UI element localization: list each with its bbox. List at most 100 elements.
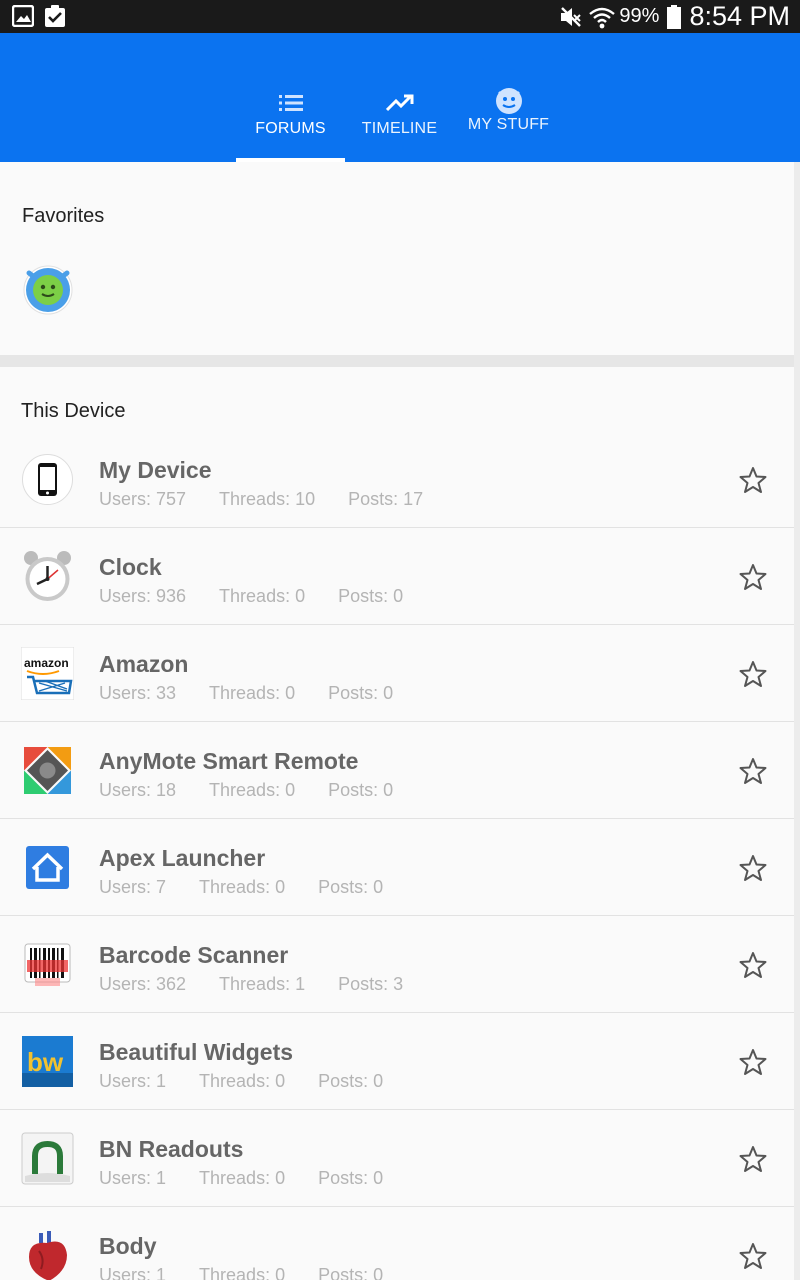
star-icon[interactable] [738,1241,768,1271]
users-count: Users: 1 [99,1265,167,1280]
posts-count: Posts: 0 [318,1071,384,1091]
barcode-icon [21,938,74,991]
list-item-bn-readouts[interactable]: BN Readouts Users: 1 Threads: 0 Posts: 0 [0,1110,800,1207]
threads-count: Threads: 0 [199,1265,286,1280]
forum-title: Clock [99,554,162,580]
users-count: Users: 362 [99,974,187,994]
status-bar: 99% 8:54 PM [0,0,800,33]
threads-count: Threads: 0 [209,683,296,703]
forum-stats: Users: 7 Threads: 0 Posts: 0 [99,877,416,898]
list-icon [278,88,303,118]
tab-my-stuff-label: MY STUFF [467,116,550,133]
forum-title: AnyMote Smart Remote [99,748,359,774]
android-app-icon [23,265,73,315]
forum-title: Amazon [99,651,189,677]
list-item-body[interactable]: Body Users: 1 Threads: 0 Posts: 0 [0,1207,800,1280]
list-item-amazon[interactable]: amazon Amazon Users: 33 Threads: 0 Posts… [0,625,800,722]
section-divider [0,355,800,367]
nook-book-icon [21,1132,74,1185]
list-item-barcode-scanner[interactable]: Barcode Scanner Users: 362 Threads: 1 Po… [0,916,800,1013]
tab-my-stuff[interactable]: MY STUFF [454,81,563,162]
battery-percent: 99% [619,5,660,27]
tab-forums-label: FORUMS [255,120,326,137]
forum-title: BN Readouts [99,1136,244,1162]
threads-count: Threads: 0 [199,877,286,897]
clock-time: 8:54 PM [689,1,790,31]
bw-logo-icon: bw [21,1035,74,1088]
alarm-clock-icon [21,550,74,603]
forum-stats: Users: 362 Threads: 1 Posts: 3 [99,974,436,995]
threads-count: Threads: 0 [219,586,306,606]
forum-stats: Users: 18 Threads: 0 Posts: 0 [99,780,426,801]
star-icon[interactable] [738,756,768,786]
forum-title: Apex Launcher [99,845,266,871]
posts-count: Posts: 0 [318,877,384,897]
users-count: Users: 1 [99,1071,167,1091]
posts-count: Posts: 3 [338,974,404,994]
tab-forums[interactable]: FORUMS [236,81,345,162]
clipboard-check-icon [44,5,66,27]
star-icon[interactable] [738,1144,768,1174]
gallery-icon [11,4,35,28]
tab-bar: FORUMS TIMELINE MY STUFF [236,81,563,162]
list-item-apex-launcher[interactable]: Apex Launcher Users: 7 Threads: 0 Posts:… [0,819,800,916]
list-item-clock[interactable]: Clock Users: 936 Threads: 0 Posts: 0 [0,528,800,625]
wifi-icon [589,6,616,28]
bw-logo-text: bw [27,1047,64,1077]
list-item-anymote[interactable]: AnyMote Smart Remote Users: 18 Threads: … [0,722,800,819]
users-count: Users: 1 [99,1168,167,1188]
list-item-my-device[interactable]: My Device Users: 757 Threads: 10 Posts: … [0,431,800,528]
battery-icon [667,4,682,29]
forum-title: My Device [99,457,212,483]
list-item-beautiful-widgets[interactable]: bw Beautiful Widgets Users: 1 Threads: 0… [0,1013,800,1110]
threads-count: Threads: 0 [209,780,296,800]
tab-timeline-label: TIMELINE [361,120,438,137]
star-icon[interactable] [738,950,768,980]
forum-title: Beautiful Widgets [99,1039,294,1065]
forum-stats: Users: 1 Threads: 0 Posts: 0 [99,1265,416,1280]
app-toolbar: FORUMS TIMELINE MY STUFF [0,33,800,162]
trending-up-icon [385,88,414,118]
star-icon[interactable] [738,1047,768,1077]
users-count: Users: 7 [99,877,167,897]
star-icon[interactable] [738,562,768,592]
users-count: Users: 33 [99,683,177,703]
threads-count: Threads: 10 [219,489,316,509]
home-icon [21,841,74,894]
forum-stats: Users: 1 Threads: 0 Posts: 0 [99,1168,416,1189]
amazon-cart-icon: amazon [20,646,75,701]
posts-count: Posts: 0 [318,1168,384,1188]
this-device-heading: This Device [21,400,126,422]
star-icon[interactable] [738,853,768,883]
posts-count: Posts: 17 [348,489,424,509]
amazon-logo-text: amazon [24,656,69,670]
posts-count: Posts: 0 [328,780,394,800]
posts-count: Posts: 0 [328,683,394,703]
users-count: Users: 18 [99,780,177,800]
forum-title: Barcode Scanner [99,942,289,968]
forum-stats: Users: 936 Threads: 0 Posts: 0 [99,586,436,607]
heart-anatomy-icon [21,1229,74,1280]
remote-dpad-icon [21,744,74,797]
scroll-edge [794,162,800,1280]
forum-title: Body [99,1233,157,1259]
posts-count: Posts: 0 [338,586,404,606]
tab-timeline[interactable]: TIMELINE [345,81,454,162]
forum-stats: Users: 757 Threads: 10 Posts: 17 [99,489,456,510]
threads-count: Threads: 1 [219,974,306,994]
android-face-icon [495,86,523,116]
users-count: Users: 936 [99,586,187,606]
forum-list: My Device Users: 757 Threads: 10 Posts: … [0,431,800,1280]
phone-icon [21,453,74,506]
mute-icon [559,6,582,28]
forum-stats: Users: 1 Threads: 0 Posts: 0 [99,1071,416,1092]
favorites-heading: Favorites [22,205,105,227]
users-count: Users: 757 [99,489,187,509]
forum-stats: Users: 33 Threads: 0 Posts: 0 [99,683,426,704]
star-icon[interactable] [738,659,768,689]
star-icon[interactable] [738,465,768,495]
threads-count: Threads: 0 [199,1071,286,1091]
posts-count: Posts: 0 [318,1265,384,1280]
threads-count: Threads: 0 [199,1168,286,1188]
favorite-android-app[interactable] [23,265,73,315]
